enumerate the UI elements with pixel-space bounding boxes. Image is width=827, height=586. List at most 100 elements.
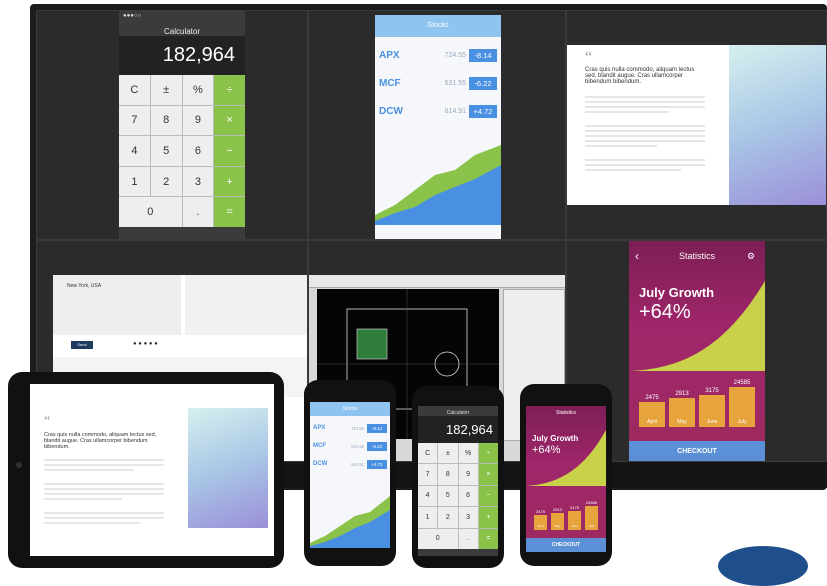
gear-icon[interactable]: ⚙	[747, 251, 755, 262]
phone-statistics: Statistics July Growth +64% 2475 April 291…	[520, 384, 612, 566]
calc-key[interactable]: C	[418, 443, 438, 464]
phone-bar-chart: 2475 April 2913 May 3175 June 24585 July	[532, 494, 600, 530]
quote-panel: “ Cras quis nulla commodo, aliquam lectu…	[566, 10, 827, 240]
calc-key[interactable]: 6	[182, 136, 214, 166]
calc-key[interactable]: −	[478, 485, 498, 507]
phone-calculator-screen: Calculator 182,964 C ±% ÷ 7 8 9 × 4 5 6− 1 2 3 +0. =	[418, 406, 498, 556]
stock-row[interactable]: MCF 531.55 -6.22	[313, 437, 387, 455]
bar-category-label: April	[537, 524, 544, 528]
calc-key[interactable]: 7	[418, 464, 438, 485]
gallery-caption: New York, USA	[67, 283, 102, 289]
phone-calculator-keypad: C ±% ÷ 7 8 9 × 4 5 6− 1 2 3 +0. =	[418, 443, 498, 549]
calc-key[interactable]: =	[478, 528, 498, 549]
stock-ticker: APX	[379, 49, 400, 61]
phone-calculator-display: 182,964	[418, 416, 498, 443]
gallery-image-2	[185, 275, 307, 335]
calc-key[interactable]: 8	[150, 105, 182, 136]
stock-change-badge[interactable]: -6.22	[367, 441, 387, 451]
bar-category-label: May	[677, 419, 687, 425]
calc-key[interactable]: 3	[458, 507, 478, 528]
calc-key[interactable]: 7	[119, 105, 150, 136]
calc-key[interactable]: 0	[418, 528, 458, 549]
calc-key[interactable]: 5	[150, 136, 182, 166]
stock-price: 724.55	[351, 425, 364, 431]
calc-key[interactable]: 2	[150, 166, 182, 197]
tablet-quote-text: Cras quis nulla commodo, aliquam lectus …	[44, 432, 157, 450]
calc-key[interactable]: %	[182, 75, 214, 105]
stock-price: 724.55	[444, 51, 466, 59]
calc-key[interactable]: ±	[438, 443, 458, 464]
calc-key[interactable]: ±	[150, 75, 182, 105]
calculator-title: Calculator	[163, 27, 200, 36]
calc-key[interactable]: 3	[182, 166, 214, 197]
cad-toolbar[interactable]	[309, 275, 565, 288]
calc-key[interactable]: 1	[418, 507, 438, 528]
phone-stocks-screen: Stocks APX 724.55 -8.14 MCF 531.55 -6.22 DCW 81…	[310, 402, 390, 548]
bar-category-label: July	[588, 524, 595, 528]
phone-statistics-screen: Statistics July Growth +64% 2475 April 291…	[526, 406, 606, 552]
calc-key[interactable]: 1	[119, 166, 150, 197]
stock-change-badge[interactable]: +4.72	[469, 104, 497, 118]
stocks-app: Stocks APX 724.55 -8.14 MCF 531.55 -6.22 DCW 81…	[375, 15, 501, 239]
stock-row[interactable]: APX 724.55 -8.14	[313, 419, 387, 437]
bar-value-label: 3175	[570, 505, 579, 510]
stocks-panel: Stocks APX 724.55 -8.14 MCF 531.55 -6.22 DCW 81…	[308, 10, 566, 240]
tablet-paragraphs	[44, 456, 164, 527]
phone-stocks-chart	[310, 496, 390, 548]
back-icon[interactable]: ‹	[635, 249, 639, 263]
calc-key[interactable]: 0	[119, 197, 182, 227]
stock-price: 814.91	[444, 107, 466, 115]
bar-category-label: July	[737, 419, 747, 425]
calc-key[interactable]: .	[458, 528, 478, 549]
stock-row[interactable]: DCW 814.91 +4.72	[313, 455, 387, 473]
quote-app: “ Cras quis nulla commodo, aliquam lectu…	[567, 45, 826, 205]
stocks-area-chart	[375, 145, 501, 225]
tablet-camera	[16, 462, 22, 468]
bar-value-label: 24585	[733, 380, 751, 386]
bar-value-label: 2913	[675, 391, 689, 397]
calc-key[interactable]: 6	[458, 485, 478, 507]
calc-key[interactable]: .	[182, 197, 214, 227]
gallery-send-button[interactable]: Send	[71, 341, 93, 349]
calc-key[interactable]: ×	[214, 105, 245, 136]
tablet-screen: “ Cras quis nulla commodo, aliquam lectu…	[30, 384, 274, 556]
calc-key[interactable]: 2	[438, 507, 458, 528]
phone-stocks-header: Stocks	[310, 402, 390, 416]
phone-stocks: Stocks APX 724.55 -8.14 MCF 531.55 -6.22 DCW 81…	[304, 380, 396, 566]
calc-key[interactable]: 9	[182, 105, 214, 136]
phone-calculator-title: Calculator	[446, 410, 470, 416]
calc-key[interactable]: 8	[438, 464, 458, 485]
checkout-button[interactable]: CHECKOUT	[629, 441, 765, 461]
phone-stocks-list: APX 724.55 -8.14 MCF 531.55 -6.22 DCW 814.91 +4.…	[310, 416, 390, 476]
stock-change-badge[interactable]: -6.22	[469, 76, 497, 90]
calc-key[interactable]: ÷	[478, 443, 498, 464]
stock-change-badge[interactable]: -8.14	[367, 423, 387, 433]
calc-key[interactable]: =	[214, 197, 245, 227]
calc-key[interactable]: 4	[418, 485, 438, 507]
phone-growth-curve	[526, 430, 606, 486]
stock-change-badge[interactable]: +4.72	[367, 459, 387, 469]
bar-value-label: 2913	[553, 507, 562, 512]
stock-row[interactable]: APX 724.55 -8.14	[379, 41, 497, 69]
calc-key[interactable]: +	[478, 507, 498, 528]
calc-key[interactable]: 4	[119, 136, 150, 166]
calc-key[interactable]: 9	[458, 464, 478, 485]
calc-key[interactable]: −	[214, 136, 245, 166]
calc-key[interactable]: ÷	[214, 75, 245, 105]
quote-paragraphs	[585, 93, 705, 174]
phone-calculator: Calculator 182,964 C ±% ÷ 7 8 9 × 4 5 6− 1 2 3 +0. =	[412, 386, 504, 568]
stocks-header: Stocks	[375, 15, 501, 37]
stock-row[interactable]: DCW 814.91 +4.72	[379, 97, 497, 125]
phone-checkout-button[interactable]: CHECKOUT	[526, 538, 606, 552]
calc-key[interactable]: C	[119, 75, 150, 105]
bar-category-label: May	[554, 524, 561, 528]
stock-change-badge[interactable]: -8.14	[469, 48, 497, 62]
calc-key[interactable]: %	[458, 443, 478, 464]
calc-key[interactable]: ×	[478, 464, 498, 485]
calc-key[interactable]: +	[214, 166, 245, 197]
calc-key[interactable]: 5	[438, 485, 458, 507]
stock-row[interactable]: MCF 531.55 -6.22	[379, 69, 497, 97]
bar-value-label: 2475	[645, 395, 659, 401]
growth-curve	[629, 281, 765, 371]
gallery-dots[interactable]: ● ● ● ● ●	[133, 341, 158, 347]
